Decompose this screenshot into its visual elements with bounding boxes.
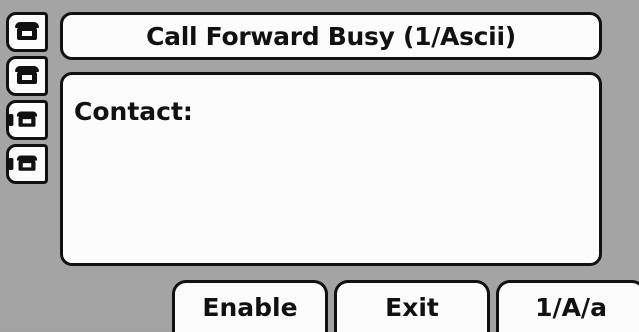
- line-key-tabs: [6, 12, 54, 184]
- line-key-1[interactable]: [6, 12, 48, 52]
- exit-button-label: Exit: [385, 293, 439, 322]
- phone-handset-icon: [9, 111, 38, 129]
- exit-button[interactable]: Exit: [334, 280, 490, 332]
- title-bar: Call Forward Busy (1/Ascii): [60, 12, 602, 60]
- enable-button-label: Enable: [202, 293, 298, 322]
- input-mode-button[interactable]: 1/A/a: [496, 280, 639, 332]
- phone-handset-icon: [15, 66, 39, 86]
- input-mode-button-label: 1/A/a: [535, 293, 607, 322]
- contact-label: Contact:: [74, 97, 193, 126]
- line-key-4[interactable]: [6, 144, 48, 184]
- line-key-2[interactable]: [6, 56, 48, 96]
- contact-form-panel: Contact:: [60, 72, 602, 266]
- line-key-3[interactable]: [6, 100, 48, 140]
- phone-display: Call Forward Busy (1/Ascii) Contact: Ena…: [0, 0, 639, 332]
- enable-button[interactable]: Enable: [172, 280, 328, 332]
- phone-handset-icon: [9, 155, 38, 173]
- screen-title: Call Forward Busy (1/Ascii): [146, 21, 516, 51]
- phone-handset-icon: [15, 22, 39, 42]
